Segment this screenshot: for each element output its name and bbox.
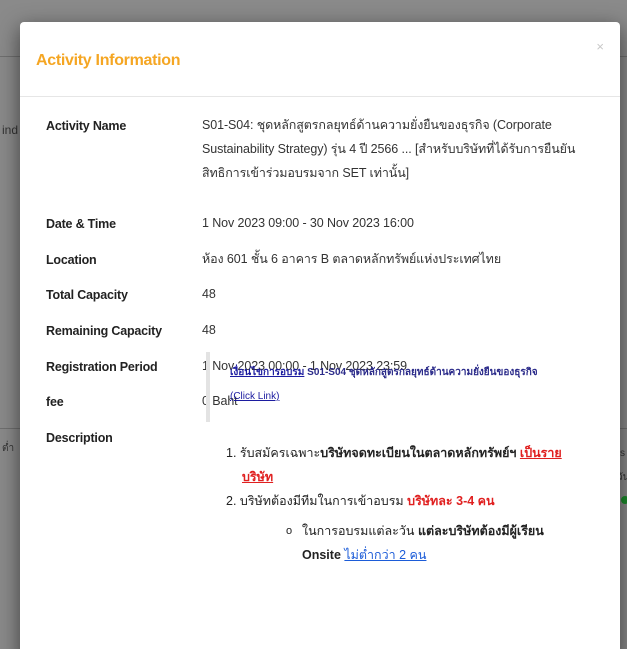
list-item-text: 2. บริษัทต้องมีทีมในการเข้าอบรม (226, 494, 404, 508)
sub-list-item-continued: Onsite ไม่ต่ำกว่า 2 คน (302, 544, 426, 566)
field-label-description: Description (46, 431, 113, 445)
sub-list-item-text: ในการอบรมแต่ละวัน (302, 524, 415, 538)
list-item-text: 1. รับสมัครเฉพาะ (226, 446, 321, 460)
field-label-activity-name: Activity Name (46, 119, 127, 133)
description-heading-text: S01-S04 ชุดหลักสูตรกลยุทธ์ด้านความยั่งยื… (307, 367, 538, 378)
field-label-remaining-capacity: Remaining Capacity (46, 324, 162, 338)
bg-text-fragment: ind (2, 123, 19, 137)
field-value-location: ห้อง 601 ชั้น 6 อาคาร B ตลาดหลักทรัพย์แห… (202, 252, 502, 266)
field-label-registration-period: Registration Period (46, 360, 158, 374)
list-item-red-underline: บริษัท (242, 470, 274, 484)
sub-list-item-bold: แต่ละบริษัทต้องมีผู้เรียน (417, 524, 544, 538)
bg-text-fragment: ต่ำ (2, 443, 15, 454)
field-label-fee: fee (46, 395, 64, 409)
field-value-remaining-capacity: 48 (202, 323, 216, 337)
list-item: 1. รับสมัครเฉพาะบริษัทจดทะเบียนในตลาดหลั… (226, 442, 596, 464)
modal-title: Activity Information (36, 52, 181, 69)
conditions-link[interactable]: เงื่อนไขการอบรม (230, 367, 304, 378)
close-icon[interactable]: × (596, 40, 604, 53)
field-label-total-capacity: Total Capacity (46, 288, 128, 302)
sub-list-bullet: o (286, 525, 293, 537)
modal-header: Activity Information × (20, 22, 620, 97)
sub-list-item-blue-underline: ไม่ต่ำกว่า 2 คน (344, 548, 427, 562)
description-heading: เงื่อนไขการอบรม S01-S04 ชุดหลักสูตรกลยุท… (230, 366, 600, 379)
sub-list-item: ในการอบรมแต่ละวัน แต่ละบริษัทต้องมีผู้เร… (302, 520, 612, 542)
field-value-date-time: 1 Nov 2023 09:00 - 30 Nov 2023 16:00 (202, 216, 414, 230)
list-item-red: บริษัทละ 3-4 คน (407, 494, 495, 508)
activity-information-modal: Activity Information × Activity Name S01… (20, 22, 620, 649)
field-label-location: Location (46, 253, 97, 267)
list-item-red-underline: เป็นราย (519, 446, 562, 460)
list-item-bold: บริษัทจดทะเบียนในตลาดหลักทรัพย์ฯ (320, 446, 517, 460)
description-quote-box: เงื่อนไขการอบรม S01-S04 ชุดหลักสูตรกลยุท… (206, 352, 605, 422)
field-label-date-time: Date & Time (46, 217, 116, 231)
list-item-continued: บริษัท (242, 466, 273, 488)
click-link[interactable]: (Click Link) (230, 391, 279, 402)
field-value-activity-name: S01-S04: ชุดหลักสูตรกลยุทธ์ด้านความยั่งย… (202, 118, 576, 180)
list-item: 2. บริษัทต้องมีทีมในการเข้าอบรม บริษัทละ… (226, 490, 495, 512)
bg-status-dot (621, 496, 627, 504)
field-value-total-capacity: 48 (202, 287, 216, 301)
sub-list-item-bold: Onsite (302, 548, 341, 562)
